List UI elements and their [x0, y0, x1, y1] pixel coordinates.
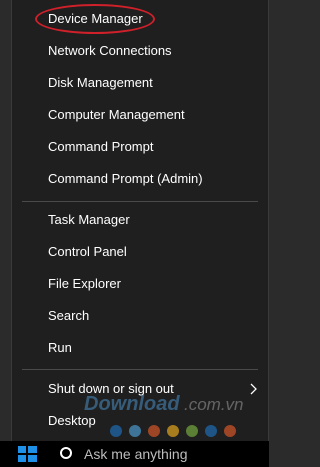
menu-item-task-manager[interactable]: Task Manager [12, 205, 268, 235]
menu-item-command-prompt[interactable]: Command Prompt [12, 132, 268, 162]
taskbar-search-box[interactable]: Ask me anything [84, 444, 188, 464]
menu-item-command-prompt-admin[interactable]: Command Prompt (Admin) [12, 164, 268, 194]
menu-item-run[interactable]: Run [12, 333, 268, 363]
cortana-search-icon[interactable] [60, 447, 72, 459]
menu-item-label: Shut down or sign out [48, 381, 174, 396]
menu-item-control-panel[interactable]: Control Panel [12, 237, 268, 267]
menu-item-file-explorer[interactable]: File Explorer [12, 269, 268, 299]
taskbar: Ask me anything [0, 441, 269, 467]
menu-item-disk-management[interactable]: Disk Management [12, 68, 268, 98]
menu-item-search[interactable]: Search [12, 301, 268, 331]
menu-item-device-manager[interactable]: Device Manager [12, 4, 268, 34]
winx-context-menu: Device Manager Network Connections Disk … [11, 0, 269, 441]
menu-item-desktop[interactable]: Desktop [12, 406, 268, 436]
windows-start-icon[interactable] [10, 444, 44, 464]
menu-item-computer-management[interactable]: Computer Management [12, 100, 268, 130]
chevron-right-icon [250, 383, 257, 395]
menu-separator [22, 369, 258, 370]
menu-separator [22, 201, 258, 202]
menu-item-network-connections[interactable]: Network Connections [12, 36, 268, 66]
menu-item-shut-down-or-sign-out[interactable]: Shut down or sign out [12, 374, 268, 404]
